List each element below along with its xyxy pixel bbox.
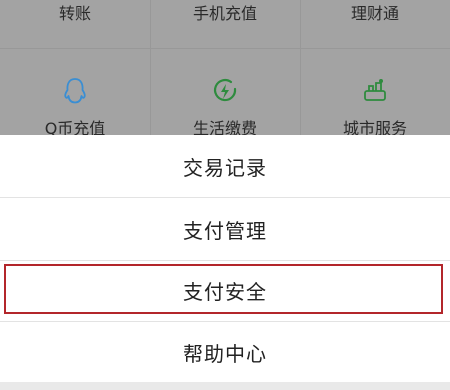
bottom-strip: [0, 382, 450, 390]
grid-item-wealth[interactable]: 理财通: [300, 4, 450, 24]
grid-item-mobile-topup[interactable]: 手机充值: [150, 4, 300, 24]
bolt-ring-icon[interactable]: [150, 76, 300, 106]
wallet-screen: 转账 手机充值 理财通 Q币充值 生活缴费 城市服务 交易记录 支付管理 支付安…: [0, 0, 450, 390]
city-service-icon[interactable]: [300, 76, 450, 106]
sheet-item-transactions[interactable]: 交易记录: [0, 135, 450, 197]
sheet-item-help-center[interactable]: 帮助中心: [0, 321, 450, 383]
action-sheet: 交易记录 支付管理 支付安全 帮助中心: [0, 135, 450, 390]
qcoin-icon[interactable]: [0, 76, 150, 106]
sheet-item-payment-management[interactable]: 支付管理: [0, 198, 450, 260]
services-grid: 转账 手机充值 理财通 Q币充值 生活缴费 城市服务: [0, 0, 450, 138]
grid-divider: [0, 48, 450, 49]
sheet-item-payment-security[interactable]: 支付安全: [0, 259, 450, 321]
grid-item-transfer[interactable]: 转账: [0, 4, 150, 24]
